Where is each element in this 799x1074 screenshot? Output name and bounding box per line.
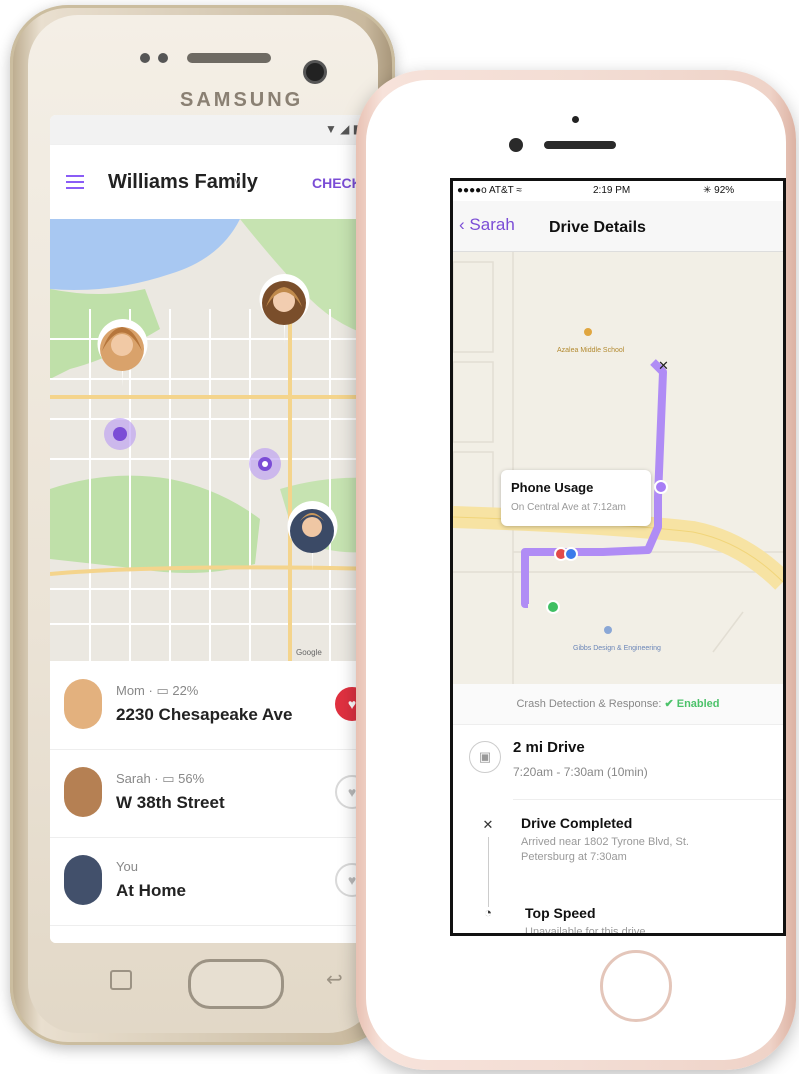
member-list: Mom · ▭ 22% 2230 Chesapeake Ave ♥ Sarah … [50, 661, 382, 943]
front-camera [306, 63, 324, 81]
member-row-you[interactable]: You At Home ♥ [50, 837, 382, 926]
proximity-sensor [140, 53, 150, 63]
event-marker [654, 480, 668, 494]
carrier-label: ●●●●o AT&T ≈ [457, 185, 522, 196]
event-title: Drive Completed [521, 815, 633, 831]
finish-flag-icon: ✕ [658, 359, 669, 374]
page-title: Drive Details [549, 219, 646, 236]
family-map[interactable]: Google [50, 219, 382, 661]
start-marker [546, 600, 560, 614]
avatar [64, 679, 102, 729]
crash-label: Crash Detection & Response: [516, 698, 662, 710]
drive-map[interactable]: ✕ Azalea Middle School Gibbs Design & En… [453, 252, 783, 684]
back-button[interactable]: ‹ Sarah [459, 215, 515, 235]
back-icon[interactable]: ↩ [326, 967, 343, 992]
speedometer-icon: ◔ [484, 905, 492, 920]
earpiece-speaker [187, 53, 271, 63]
car-icon: ▣ [469, 741, 501, 773]
light-sensor [158, 53, 168, 63]
nav-bar: ‹ Sarah Drive Details [453, 201, 783, 252]
popup-subtitle: On Central Ave at 7:12am [511, 502, 626, 513]
recent-apps-icon[interactable] [110, 970, 132, 990]
member-address: 2230 Chesapeake Ave [116, 705, 293, 724]
event-subtitle: Unavailable for this drive [525, 926, 646, 936]
poi-label: Azalea Middle School [557, 347, 625, 354]
crash-status: ✔ Enabled [664, 698, 720, 710]
status-bar: ▼ ◢ ▮ 12 [50, 115, 382, 145]
chevron-down-icon[interactable]: ˅ [234, 175, 241, 189]
member-row-sarah[interactable]: Sarah · ▭ 56% W 38th Street ♥ [50, 749, 382, 838]
hamburger-menu-icon[interactable] [66, 175, 84, 193]
home-button[interactable] [600, 950, 672, 1022]
drive-title: 2 mi Drive [513, 739, 585, 756]
battery-label: ✳ 92% [703, 185, 735, 196]
member-row-mom[interactable]: Mom · ▭ 22% 2230 Chesapeake Ave ♥ [50, 661, 382, 750]
poi-label: Gibbs Design & Engineering [573, 645, 661, 652]
avatar [64, 767, 102, 817]
earpiece-speaker [544, 141, 616, 149]
chevron-left-icon: ‹ [459, 215, 465, 234]
divider [513, 799, 783, 800]
drive-time: 7:20am - 7:30am (10min) [513, 765, 648, 779]
back-label: Sarah [469, 215, 515, 234]
member-address: At Home [116, 881, 186, 900]
map-credit: Google [296, 648, 322, 657]
phone-usage-popup[interactable]: Phone Usage On Central Ave at 7:12am [501, 470, 651, 526]
home-button[interactable] [188, 959, 284, 1009]
iphone-screen: ●●●●o AT&T ≈ 2:19 PM ✳ 92% ‹ Sarah Drive… [450, 178, 786, 936]
proximity-sensor [572, 116, 579, 123]
event-subtitle: Arrived near 1802 Tyrone Blvd, St. Peter… [521, 836, 689, 863]
member-meta: You [116, 859, 138, 874]
timeline-line [488, 837, 489, 907]
avatar [64, 855, 102, 905]
front-camera [509, 138, 523, 152]
crash-detection-banner: Crash Detection & Response: ✔ Enabled [453, 684, 783, 725]
event-title: Top Speed [525, 905, 596, 921]
app-header: Williams Family ˅ CHECK I [50, 145, 382, 219]
event-marker [564, 547, 578, 561]
member-address: W 38th Street [116, 793, 225, 812]
clock-label: 2:19 PM [593, 185, 631, 196]
member-meta: Sarah · ▭ 56% [116, 771, 205, 786]
crash-status-label: Enabled [676, 698, 720, 710]
member-meta: Mom · ▭ 22% [116, 683, 199, 698]
map-graphic: Google [50, 219, 382, 661]
brand-label: SAMSUNG [180, 89, 304, 111]
checkered-flag-icon: ✕ [482, 817, 494, 832]
android-screen: ▼ ◢ ▮ 12 Williams Family ˅ CHECK I Googl… [50, 115, 382, 943]
drive-summary: ▣ 2 mi Drive 7:20am - 7:30am (10min) ✕ D… [453, 725, 783, 936]
status-bar: ●●●●o AT&T ≈ 2:19 PM ✳ 92% [453, 181, 783, 201]
popup-title: Phone Usage [511, 480, 594, 495]
route-map-graphic: ✕ Azalea Middle School Gibbs Design & En… [453, 252, 783, 684]
